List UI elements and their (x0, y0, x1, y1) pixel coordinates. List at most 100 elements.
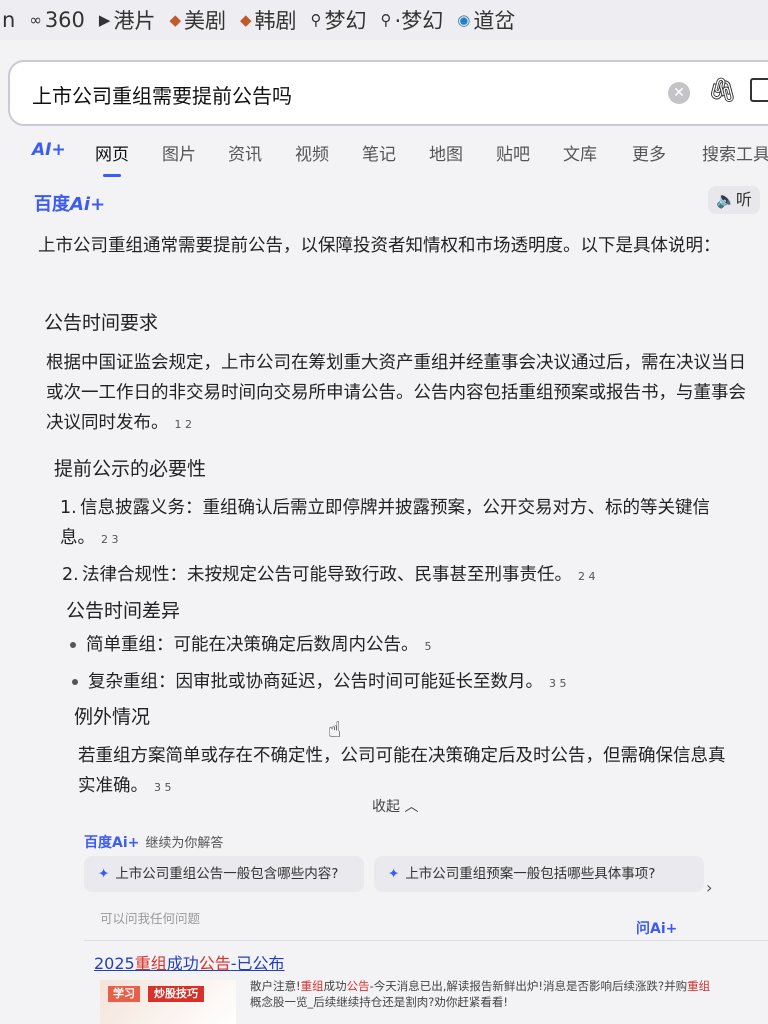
hand-cursor-icon: ☝ (328, 718, 342, 743)
bookmark-n[interactable]: n (2, 8, 15, 32)
list-item-text: 因审批或协商延迟，公告时间可能延长至数月。 (175, 672, 544, 692)
clear-icon[interactable]: ✕ (668, 82, 690, 104)
infinity-icon: ∞ (29, 11, 42, 29)
bookmark-label: 美剧 (184, 9, 226, 33)
title-keyword: 重组 (134, 954, 167, 973)
chevron-right-icon[interactable]: › (706, 878, 712, 897)
section-heading: 提前公示的必要性 (54, 458, 207, 480)
brand-text: 百度Ai+ (84, 835, 140, 851)
list-item: 2. 法律合规性：未按规定公告可能导致行政、民事甚至刑事责任。 2 4 (62, 560, 742, 592)
desc-text: 概念股一览_后续继续持仓还是割肉?劝你赶紧看看! (250, 995, 508, 1009)
section-body-text: 若重组方案简单或存在不确定性，公司可能在决策确定后及时公告，但需确保信息真实准确… (78, 746, 726, 796)
title-text: -已公布 (230, 954, 285, 973)
suggestion-text: 上市公司重组公告一般包含哪些内容? (115, 866, 339, 882)
list-item-title: 复杂重组： (88, 672, 176, 692)
bookmark-hk-movies[interactable]: ▶ 港片 (99, 5, 156, 35)
list-item: 简单重组：可能在决策确定后数周内公告。 5 (70, 630, 730, 662)
bookmark-menghuan-2[interactable]: ⚲ ·梦幻 (381, 5, 444, 35)
list-item: 复杂重组：因审批或协商延迟，公告时间可能延长至数月。 3 5 (72, 667, 732, 699)
search-input[interactable]: 上市公司重组需要提前公告吗 (32, 80, 292, 109)
desc-keyword: 重组 (300, 979, 324, 993)
reference-markers[interactable]: 1 2 (175, 410, 193, 440)
bookmark-label: n (2, 8, 16, 32)
suggestion-chip[interactable]: ✦ 上市公司重组公告一般包含哪些内容? (84, 856, 364, 892)
search-icon: ⚲ (310, 11, 322, 29)
continue-label: 继续为你解答 (145, 836, 224, 851)
list-item-title: 信息披露义务： (80, 498, 203, 518)
ask-input[interactable]: 可以问我任何问题 (100, 908, 200, 927)
reference-markers[interactable]: 3 5 (154, 773, 172, 803)
section-body: 若重组方案简单或存在不确定性，公司可能在决策确定后及时公告，但需确保信息真实准确… (78, 741, 728, 803)
title-keyword: 公告 (198, 954, 231, 973)
result-thumbnail[interactable]: 学习 炒股技巧 (100, 980, 236, 1024)
tab-more[interactable]: 更多 (632, 140, 666, 165)
thumbnail-badge: 学习 (108, 986, 140, 1002)
list-item-text: 未按规定公告可能导致行政、民事甚至刑事责任。 (187, 565, 572, 585)
tab-ai[interactable]: AI+ (32, 140, 66, 160)
list-item-title: 法律合规性： (82, 565, 187, 585)
tab-search-tools[interactable]: 搜索工具 (702, 140, 768, 165)
section-heading: 例外情况 (74, 706, 151, 728)
ask-ai-button[interactable]: 问Ai+ (636, 918, 677, 938)
bookmark-us-drama[interactable]: ◆ 美剧 (169, 5, 226, 35)
suggestion-text: 上市公司重组预案一般包括哪些具体事项? (405, 866, 656, 882)
tab-map[interactable]: 地图 (429, 140, 463, 165)
tab-news[interactable]: 资讯 (228, 140, 262, 165)
tab-video[interactable]: 视频 (295, 140, 329, 165)
result-title-link[interactable]: 2025重组成功公告-已公布 (94, 950, 285, 974)
bullet-icon (72, 679, 78, 685)
list-number: 1. (60, 498, 77, 518)
tab-images[interactable]: 图片 (162, 140, 196, 165)
circle-logo-icon: ◉ (457, 11, 471, 29)
suggestion-chip[interactable]: ✦ 上市公司重组预案一般包括哪些具体事项? (374, 856, 704, 892)
bookmark-menghuan-1[interactable]: ⚲ 梦幻 (311, 5, 367, 35)
desc-keyword: 公告 (346, 979, 370, 993)
bookmark-label: 港片 (113, 9, 156, 33)
list-number: 2. (62, 565, 79, 585)
diamond-icon: ◆ (169, 11, 181, 29)
section-body-text: 根据中国证监会规定，上市公司在筹划重大资产重组并经董事会决议通过后，需在决议当日… (46, 353, 746, 433)
tab-wenku[interactable]: 文库 (563, 140, 597, 165)
image-search-icon[interactable] (750, 78, 768, 102)
title-text: 成功 (166, 954, 199, 973)
thumbnail-badge: 炒股技巧 (148, 986, 204, 1002)
bookmarks-bar: n ∞ 360 ▶ 港片 ◆ 美剧 ◆ 韩剧 ⚲ 梦幻 ⚲ ·梦幻 ◉ 道岔 (0, 0, 768, 40)
baidu-ai-logo: 百度Ai+ (34, 190, 105, 216)
section-body: 根据中国证监会规定，上市公司在筹划重大资产重组并经董事会决议通过后，需在决议当日… (46, 348, 758, 440)
attachment-icon[interactable]: 🖇 (707, 76, 737, 104)
search-icon: ⚲ (380, 11, 392, 29)
answer-intro: 上市公司重组通常需要提前公告，以保障投资者知情权和市场透明度。以下是具体说明： (38, 236, 721, 256)
bullet-icon (70, 642, 76, 648)
bookmark-label: 韩剧 (254, 9, 297, 33)
speaker-icon: 🔈 (716, 190, 736, 209)
listen-button[interactable]: 🔈听 (708, 186, 760, 214)
bookmark-label: ·梦幻 (394, 9, 444, 33)
list-item: 1. 信息披露义务：重组确认后需立即停牌并披露预案，公开交易对方、标的等关键信息。… (60, 493, 740, 555)
bookmark-daocha[interactable]: ◉ 道岔 (457, 5, 515, 35)
sparkle-icon: ✦ (388, 866, 400, 882)
brand-ai-text: Ai+ (70, 194, 106, 215)
desc-text: 散户注意! (250, 979, 301, 993)
tab-tieba[interactable]: 贴吧 (496, 140, 530, 165)
result-description: 散户注意!重组成功公告-今天消息已出,解读报告新鲜出炉!消息是否影响后续涨跌?并… (250, 978, 720, 1010)
divider (84, 940, 768, 941)
bookmark-label: 道岔 (473, 9, 516, 33)
tab-web[interactable]: 网页 (95, 140, 129, 177)
desc-keyword: 重组 (687, 979, 711, 993)
continue-header: 百度Ai+ 继续为你解答 (84, 832, 223, 852)
reference-markers[interactable]: 3 5 (549, 669, 567, 699)
search-box[interactable]: 上市公司重组需要提前公告吗 ✕ 🖇 (8, 60, 768, 126)
bookmark-kr-drama[interactable]: ◆ 韩剧 (240, 5, 297, 35)
collapse-button[interactable]: 收起 ︿ (372, 796, 418, 816)
desc-text: 成功 (323, 979, 347, 993)
list-item-title: 简单重组： (86, 635, 174, 655)
list-item-text: 可能在决策确定后数周内公告。 (173, 635, 419, 655)
reference-markers[interactable]: 2 4 (578, 562, 596, 592)
bookmark-label: 梦幻 (324, 9, 367, 33)
section-heading: 公告时间差异 (66, 600, 181, 622)
brand-text: 百度 (34, 194, 70, 215)
reference-markers[interactable]: 2 3 (101, 525, 119, 555)
reference-markers[interactable]: 5 (425, 632, 432, 662)
tab-notes[interactable]: 笔记 (362, 140, 396, 165)
bookmark-360[interactable]: ∞ 360 (29, 8, 85, 32)
